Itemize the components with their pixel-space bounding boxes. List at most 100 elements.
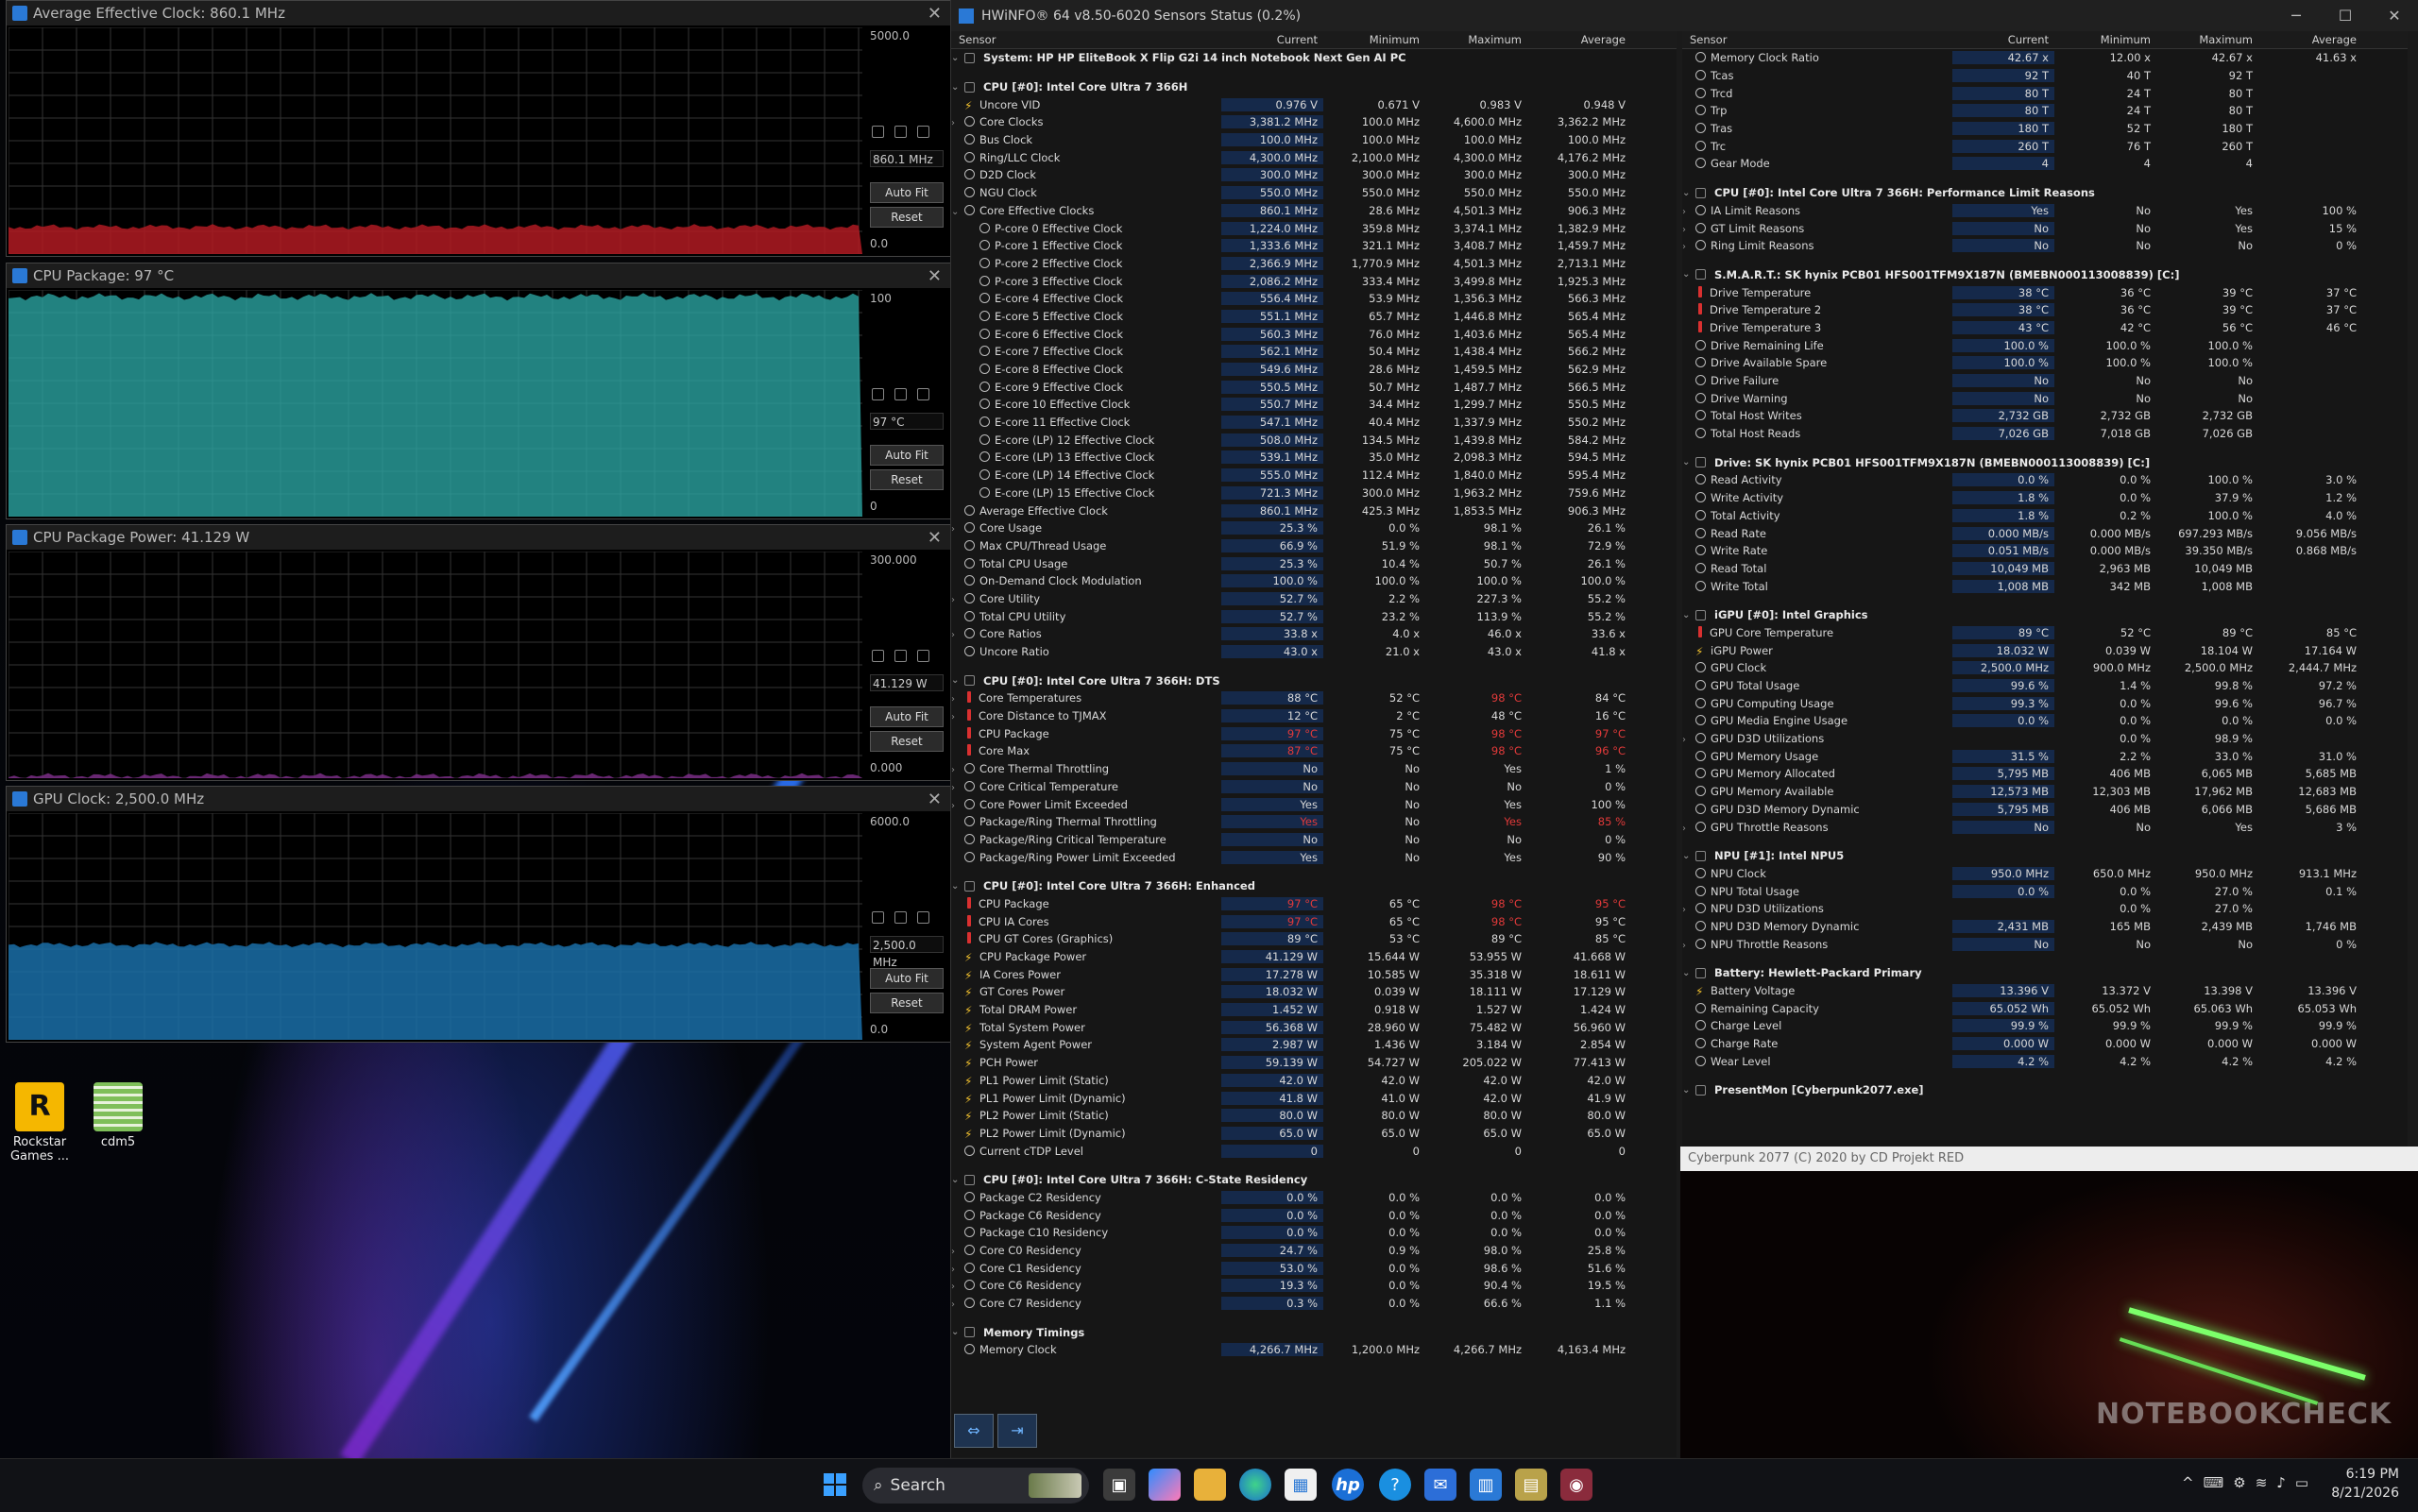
sensor-row[interactable]: ⚡ PL2 Power Limit (Dynamic) 65.0 W 65.0 W 65…	[951, 1125, 1677, 1143]
sensor-row[interactable]: E-core (LP) 15 Effective Clock 721.3 MHz 3…	[951, 484, 1677, 502]
sensor-row[interactable]: ⚡ PCH Power 59.139 W 54.727 W 205.022 W 77.41…	[951, 1054, 1677, 1072]
graph-option-checkbox[interactable]	[894, 911, 907, 924]
column-header-sensor[interactable]: Sensor	[1682, 33, 1952, 46]
sensor-row[interactable]: Max CPU/Thread Usage 66.9 % 51.9 % 98.1 % 72…	[951, 537, 1677, 555]
sensor-group-header[interactable]: ⌄ S.M.A.R.T.: SK hynix PCB01 HFS001TFM9X1…	[1682, 266, 2408, 284]
sensor-row[interactable]: GPU Memory Available 12,573 MB 12,303 MB 17…	[1682, 783, 2408, 801]
expand-chevron-icon[interactable]: ›	[951, 765, 964, 775]
auto-fit-button[interactable]: Auto Fit	[870, 445, 944, 466]
auto-fit-button[interactable]: Auto Fit	[870, 706, 944, 727]
expand-chevron-icon[interactable]: ›	[1682, 225, 1695, 235]
collapse-chevron-icon[interactable]: ⌄	[1682, 457, 1695, 467]
mail-icon[interactable]: ✉	[1424, 1469, 1456, 1501]
sensor-row[interactable]: Write Total 1,008 MB 342 MB 1,008 MB	[1682, 577, 2408, 595]
sensor-row[interactable]: Write Rate 0.051 MB/s 0.000 MB/s 39.350 MB/…	[1682, 542, 2408, 560]
collapse-chevron-icon[interactable]: ⌄	[1682, 610, 1695, 620]
collapse-chevron-icon[interactable]: ⌄	[1682, 1085, 1695, 1096]
sensor-row[interactable]: P-core 3 Effective Clock 2,086.2 MHz 333.4…	[951, 272, 1677, 290]
graph-option-checkbox[interactable]	[917, 388, 929, 400]
sensor-row[interactable]: Tcas 92 T 40 T 92 T	[1682, 67, 2408, 85]
collapse-chevron-icon[interactable]: ⌄	[951, 1175, 964, 1185]
sensor-row[interactable]: Drive Temperature 3 43 °C 42 °C 56 °C 46 °C	[1682, 319, 2408, 337]
sensor-row[interactable]: › Core C7 Residency 0.3 % 0.0 % 66.6 % 1.1 %	[951, 1295, 1677, 1313]
sensor-row[interactable]: GPU Core Temperature 89 °C 52 °C 89 °C 85 °C	[1682, 624, 2408, 642]
expand-chevron-icon[interactable]: ›	[1682, 905, 1695, 915]
reset-button[interactable]: Reset	[870, 469, 944, 490]
sensor-group-header[interactable]: ⌄ iGPU [#0]: Intel Graphics	[1682, 606, 2408, 624]
sensor-row[interactable]: Current cTDP Level 0 0 0 0	[951, 1142, 1677, 1160]
collapse-chevron-icon[interactable]: ⌄	[951, 1327, 964, 1337]
expand-chevron-icon[interactable]: ›	[951, 1300, 964, 1310]
sensor-row[interactable]: › GPU Throttle Reasons No No Yes 3 %	[1682, 818, 2408, 836]
expand-arrows-icon[interactable]: ⇔	[954, 1414, 994, 1448]
sensor-row[interactable]: GPU Memory Usage 31.5 % 2.2 % 33.0 % 31.0 %	[1682, 747, 2408, 765]
file-explorer-icon[interactable]	[1194, 1469, 1226, 1501]
sensor-row[interactable]: ⌄ Core Effective Clocks 860.1 MHz 28.6 MHz 4…	[951, 202, 1677, 220]
start-icon[interactable]	[819, 1469, 851, 1501]
sensor-row[interactable]: Wear Level 4.2 % 4.2 % 4.2 % 4.2 %	[1682, 1052, 2408, 1070]
sensor-group-header[interactable]: ⌄ CPU [#0]: Intel Core Ultra 7 366H	[951, 78, 1677, 96]
sensor-row[interactable]: ⚡ GT Cores Power 18.032 W 0.039 W 18.111 W 17…	[951, 983, 1677, 1001]
sensor-row[interactable]: Drive Failure No No No	[1682, 372, 2408, 390]
expand-chevron-icon[interactable]: ›	[1682, 824, 1695, 834]
sensor-row[interactable]: › Core Distance to TJMAX 12 °C 2 °C 48 °C 16 …	[951, 707, 1677, 725]
collapse-chevron-icon[interactable]: ⌄	[951, 881, 964, 892]
column-header-current[interactable]: Current	[1221, 33, 1323, 46]
expand-chevron-icon[interactable]: ›	[951, 783, 964, 793]
sensor-row[interactable]: GPU Media Engine Usage 0.0 % 0.0 % 0.0 % 0.0…	[1682, 712, 2408, 730]
graph-option-checkbox[interactable]	[872, 126, 884, 138]
sensor-group-header[interactable]: ⌄ CPU [#0]: Intel Core Ultra 7 366H: Perf…	[1682, 184, 2408, 202]
graph-option-checkbox[interactable]	[894, 650, 907, 662]
collapse-chevron-icon[interactable]: ⌄	[951, 82, 964, 93]
expand-chevron-icon[interactable]: ›	[951, 118, 964, 128]
sensor-row[interactable]: › Core Clocks 3,381.2 MHz 100.0 MHz 4,600.0 …	[951, 113, 1677, 131]
sensor-row[interactable]: Read Rate 0.000 MB/s 0.000 MB/s 697.293 MB/…	[1682, 524, 2408, 542]
sensor-row[interactable]: › Core C0 Residency 24.7 % 0.9 % 98.0 % 25.8 …	[951, 1242, 1677, 1260]
sensor-group-header[interactable]: ⌄ Drive: SK hynix PCB01 HFS001TFM9X187N (…	[1682, 453, 2408, 471]
sensor-row[interactable]: P-core 0 Effective Clock 1,224.0 MHz 359.8…	[951, 219, 1677, 237]
sensor-row[interactable]: Remaining Capacity 65.052 Wh 65.052 Wh 65.0…	[1682, 999, 2408, 1017]
sensor-row[interactable]: ⚡ Battery Voltage 13.396 V 13.372 V 13.398 V…	[1682, 982, 2408, 1000]
sensor-row[interactable]: P-core 2 Effective Clock 2,366.9 MHz 1,770…	[951, 255, 1677, 273]
expand-chevron-icon[interactable]: ›	[1682, 207, 1695, 217]
graph-window[interactable]: Average Effective Clock: 860.1 MHz ✕ 5000.…	[6, 0, 952, 257]
column-header-maximum[interactable]: Maximum	[2156, 33, 2258, 46]
sensor-row[interactable]: E-core 4 Effective Clock 556.4 MHz 53.9 MH…	[951, 290, 1677, 308]
expand-chevron-icon[interactable]: ›	[951, 630, 964, 640]
sensor-row[interactable]: › NPU Throttle Reasons No No No 0 %	[1682, 935, 2408, 953]
sensor-group-header[interactable]: ⌄ System: HP HP EliteBook X Flip G2i 14 i…	[951, 49, 1677, 67]
expand-chevron-icon[interactable]: ›	[951, 595, 964, 605]
column-header-maximum[interactable]: Maximum	[1425, 33, 1527, 46]
cyberpunk-window[interactable]: Cyberpunk 2077 (C) 2020 by CD Projekt RE…	[1680, 1147, 2418, 1458]
expand-chevron-icon[interactable]: ›	[1682, 941, 1695, 951]
sensor-row[interactable]: Drive Warning No No No	[1682, 389, 2408, 407]
sensor-row[interactable]: Drive Temperature 38 °C 36 °C 39 °C 37 °C	[1682, 283, 2408, 301]
sensor-row[interactable]: GPU D3D Memory Dynamic 5,795 MB 406 MB 6,06…	[1682, 801, 2408, 819]
sensor-group-header[interactable]: ⌄ CPU [#0]: Intel Core Ultra 7 366H: DTS	[951, 671, 1677, 689]
sensor-row[interactable]: Core Max 87 °C 75 °C 98 °C 96 °C	[951, 742, 1677, 760]
sensor-row[interactable]: D2D Clock 300.0 MHz 300.0 MHz 300.0 MHz 300.…	[951, 166, 1677, 184]
sensor-row[interactable]: E-core 5 Effective Clock 551.1 MHz 65.7 MH…	[951, 308, 1677, 326]
sensor-row[interactable]: E-core 8 Effective Clock 549.6 MHz 28.6 MH…	[951, 361, 1677, 379]
help-icon[interactable]: ?	[1379, 1469, 1411, 1501]
sensor-row[interactable]: › Core C1 Residency 53.0 % 0.0 % 98.6 % 51.6 …	[951, 1259, 1677, 1277]
sensor-row[interactable]: ⚡ Uncore VID 0.976 V 0.671 V 0.983 V 0.948 V	[951, 95, 1677, 113]
sensor-row[interactable]: ⚡ IA Cores Power 17.278 W 10.585 W 35.318 W 1…	[951, 965, 1677, 983]
sensor-row[interactable]: ⚡ Total System Power 56.368 W 28.960 W 75.48…	[951, 1018, 1677, 1036]
graph-option-checkbox[interactable]	[894, 126, 907, 138]
sensor-row[interactable]: Trcd 80 T 24 T 80 T	[1682, 84, 2408, 102]
sensor-row[interactable]: CPU IA Cores 97 °C 65 °C 98 °C 95 °C	[951, 912, 1677, 930]
sensor-row[interactable]: GPU Computing Usage 99.3 % 0.0 % 99.6 % 96.7…	[1682, 694, 2408, 712]
collapse-chevron-icon[interactable]: ⌄	[951, 675, 964, 686]
desktop-icon-cdm5[interactable]: cdm5	[80, 1082, 156, 1149]
sensor-row[interactable]: ⚡ PL1 Power Limit (Dynamic) 41.8 W 41.0 W 42…	[951, 1089, 1677, 1107]
close-button[interactable]: ✕	[2370, 7, 2418, 25]
auto-fit-button[interactable]: Auto Fit	[870, 182, 944, 203]
sensor-row[interactable]: E-core (LP) 12 Effective Clock 508.0 MHz 1…	[951, 431, 1677, 449]
sensor-row[interactable]: › Core Temperatures 88 °C 52 °C 98 °C 84 °C	[951, 689, 1677, 707]
sensor-row[interactable]: Total Host Writes 2,732 GB 2,732 GB 2,732 G…	[1682, 407, 2408, 425]
sensor-row[interactable]: Package C6 Residency 0.0 % 0.0 % 0.0 % 0.0 %	[951, 1206, 1677, 1224]
graph-option-checkbox[interactable]	[872, 650, 884, 662]
graph-option-checkbox[interactable]	[917, 126, 929, 138]
wifi-icon[interactable]: ≋	[2256, 1474, 2277, 1491]
